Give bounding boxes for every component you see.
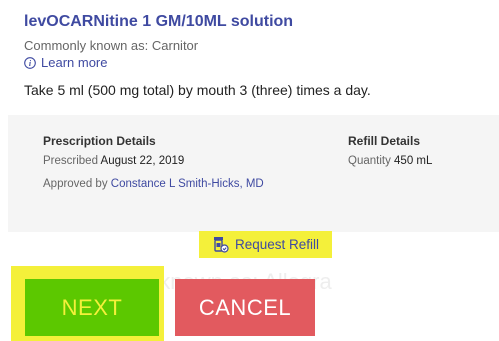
quantity-label: Quantity xyxy=(348,155,391,167)
quantity-value: 450 mL xyxy=(394,155,433,167)
sig-instructions: Take 5 ml (500 mg total) by mouth 3 (thr… xyxy=(24,82,371,98)
request-refill-button[interactable]: Request Refill xyxy=(199,231,332,258)
approved-line: Approved by Constance L Smith-Hicks, MD xyxy=(43,178,264,190)
info-icon: i xyxy=(24,56,36,69)
approved-label: Approved by xyxy=(43,178,108,190)
quantity-line: Quantity 450 mL xyxy=(348,155,432,167)
medication-card: levOCARNitine 1 GM/10ML solution Commonl… xyxy=(0,0,499,341)
approved-by-provider[interactable]: Constance L Smith-Hicks, MD xyxy=(111,178,264,190)
common-name: Commonly known as: Carnitor xyxy=(24,38,199,53)
pill-bottle-refill-icon xyxy=(213,237,229,253)
cancel-button[interactable]: CANCEL xyxy=(175,279,315,336)
prescription-details-heading: Prescription Details xyxy=(43,134,156,148)
request-refill-label: Request Refill xyxy=(234,237,320,252)
learn-more-link[interactable]: i Learn more xyxy=(24,55,107,70)
details-panel: Prescription Details Prescribed August 2… xyxy=(8,115,499,232)
next-button[interactable]: NEXT xyxy=(25,279,159,336)
learn-more-label: Learn more xyxy=(41,55,108,70)
prescribed-label: Prescribed xyxy=(43,155,98,167)
refill-details-heading: Refill Details xyxy=(348,134,421,148)
svg-text:i: i xyxy=(29,59,32,68)
prescribed-line: Prescribed August 22, 2019 xyxy=(43,155,184,167)
medication-name: levOCARNitine 1 GM/10ML solution xyxy=(24,13,294,30)
prescribed-date: August 22, 2019 xyxy=(100,155,185,167)
